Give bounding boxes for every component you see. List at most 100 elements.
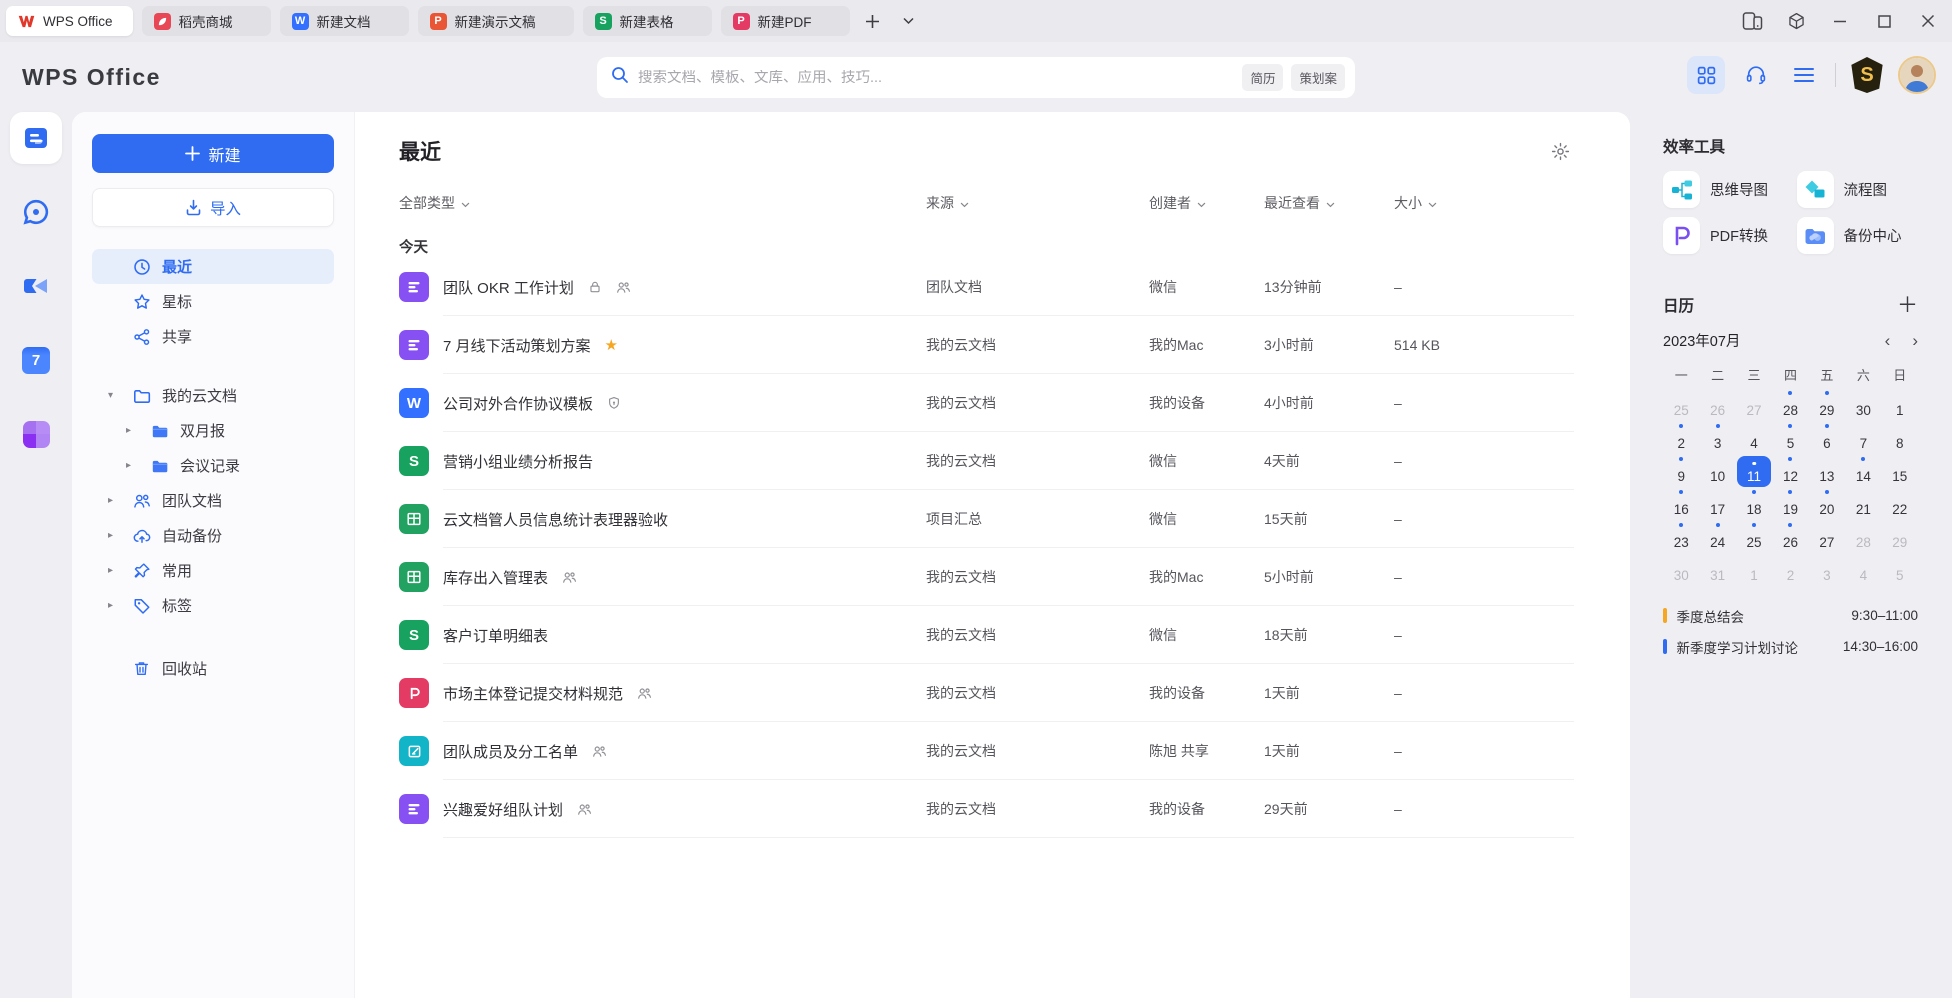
sidebar-tree-item[interactable]: ▸常用	[92, 553, 334, 588]
sidebar-item-trash[interactable]: 回收站	[92, 651, 334, 686]
calendar-day[interactable]: 22	[1882, 487, 1918, 520]
calendar-day[interactable]: 25	[1663, 388, 1699, 421]
maximize-button[interactable]	[1866, 6, 1902, 36]
window-tab-sheet[interactable]: S新建表格	[583, 6, 712, 36]
filter-0[interactable]: 全部类型	[399, 193, 926, 213]
calendar-day[interactable]: 20	[1809, 487, 1845, 520]
sidebar-tree-item[interactable]: ▸自动备份	[92, 518, 334, 553]
user-avatar[interactable]	[1898, 56, 1936, 94]
calendar-day[interactable]: 30	[1845, 388, 1881, 421]
calendar-prev-button[interactable]: ‹	[1885, 332, 1891, 349]
filter-3[interactable]: 最近查看	[1264, 193, 1394, 213]
calendar-day[interactable]: 27	[1736, 388, 1772, 421]
svip-badge[interactable]: S	[1850, 57, 1884, 93]
tool-mindmap[interactable]: 思维导图	[1663, 171, 1785, 208]
calendar-day[interactable]: 2	[1663, 421, 1699, 454]
rail-item-apps[interactable]	[10, 408, 62, 460]
calendar-day-selected[interactable]: 11	[1736, 454, 1772, 487]
file-row[interactable]: 市场主体登记提交材料规范我的云文档我的设备1天前–	[399, 664, 1574, 722]
calendar-day[interactable]: 4	[1736, 421, 1772, 454]
new-document-button[interactable]: 新建	[92, 134, 334, 173]
search-tag-resume[interactable]: 简历	[1242, 64, 1283, 91]
sidebar-tree-item[interactable]: ▸标签	[92, 588, 334, 623]
calendar-day[interactable]: 7	[1845, 421, 1881, 454]
calendar-day[interactable]: 13	[1809, 454, 1845, 487]
calendar-day[interactable]: 23	[1663, 520, 1699, 553]
file-row[interactable]: 团队成员及分工名单我的云文档陈旭 共享1天前–	[399, 722, 1574, 780]
calendar-event[interactable]: 新季度学习计划讨论14:30–16:00	[1663, 631, 1918, 662]
calendar-day[interactable]: 25	[1736, 520, 1772, 553]
file-row[interactable]: S营销小组业绩分析报告我的云文档微信4天前–	[399, 432, 1574, 490]
window-tab-writer[interactable]: W新建文档	[280, 6, 409, 36]
sidebar-tree-item[interactable]: ▸会议记录	[92, 448, 334, 483]
calendar-day[interactable]: 18	[1736, 487, 1772, 520]
rail-item-calendar[interactable]: 7	[10, 334, 62, 386]
file-row[interactable]: 云文档管人员信息统计表理器验收项目汇总微信15天前–	[399, 490, 1574, 548]
tool-flowchart[interactable]: 流程图	[1797, 171, 1919, 208]
new-tab-button[interactable]	[860, 8, 886, 34]
support-headset-button[interactable]	[1739, 56, 1773, 94]
calendar-day[interactable]: 10	[1699, 454, 1735, 487]
calendar-day[interactable]: 5	[1882, 553, 1918, 586]
mobile-link-button[interactable]	[1734, 6, 1770, 36]
calendar-day[interactable]: 27	[1809, 520, 1845, 553]
tool-backup[interactable]: 备份中心	[1797, 217, 1919, 254]
calendar-day[interactable]: 9	[1663, 454, 1699, 487]
calendar-day[interactable]: 14	[1845, 454, 1881, 487]
filter-4[interactable]: 大小	[1394, 193, 1574, 213]
calendar-event[interactable]: 季度总结会9:30–11:00	[1663, 600, 1918, 631]
calendar-day[interactable]: 19	[1772, 487, 1808, 520]
file-row[interactable]: 库存出入管理表我的云文档我的Mac5小时前–	[399, 548, 1574, 606]
calendar-day[interactable]: 5	[1772, 421, 1808, 454]
file-row[interactable]: 团队 OKR 工作计划团队文档微信13分钟前–	[399, 258, 1574, 316]
window-tab-wps[interactable]: WPS Office	[6, 6, 133, 36]
sidebar-item-clock[interactable]: 最近	[92, 249, 334, 284]
window-tab-pdf[interactable]: P新建PDF	[721, 6, 850, 36]
calendar-day[interactable]: 28	[1845, 520, 1881, 553]
calendar-day[interactable]: 24	[1699, 520, 1735, 553]
list-settings-gear[interactable]	[1546, 137, 1574, 165]
calendar-next-button[interactable]: ›	[1912, 332, 1918, 349]
calendar-day[interactable]: 8	[1882, 421, 1918, 454]
add-event-button[interactable]: ＋	[1897, 295, 1918, 316]
search-bar[interactable]: 简历 策划案	[597, 57, 1355, 98]
chevron-right-icon[interactable]: ▸	[108, 495, 132, 506]
rail-item-meeting[interactable]	[10, 260, 62, 312]
sidebar-tree-item[interactable]: ▸团队文档	[92, 483, 334, 518]
calendar-day[interactable]: 29	[1882, 520, 1918, 553]
chevron-right-icon[interactable]: ▸	[108, 530, 132, 541]
file-row[interactable]: W公司对外合作协议模板我的云文档我的设备4小时前–	[399, 374, 1574, 432]
window-tab-docer[interactable]: 稻壳商城	[142, 6, 271, 36]
calendar-day[interactable]: 26	[1699, 388, 1735, 421]
calendar-day[interactable]: 29	[1809, 388, 1845, 421]
window-tab-ppt[interactable]: P新建演示文稿	[418, 6, 574, 36]
file-row[interactable]: S客户订单明细表我的云文档微信18天前–	[399, 606, 1574, 664]
search-input[interactable]	[638, 70, 1234, 86]
calendar-day[interactable]: 4	[1845, 553, 1881, 586]
calendar-day[interactable]: 30	[1663, 553, 1699, 586]
chevron-right-icon[interactable]: ▸	[108, 565, 132, 576]
calendar-day[interactable]: 26	[1772, 520, 1808, 553]
close-button[interactable]	[1910, 6, 1946, 36]
sidebar-item-star[interactable]: 星标	[92, 284, 334, 319]
sidebar-item-share[interactable]: 共享	[92, 319, 334, 354]
calendar-day[interactable]: 1	[1882, 388, 1918, 421]
calendar-day[interactable]: 6	[1809, 421, 1845, 454]
sidebar-tree-item[interactable]: ▸双月报	[92, 413, 334, 448]
chevron-right-icon[interactable]: ▸	[108, 600, 132, 611]
tab-list-dropdown[interactable]	[896, 8, 922, 34]
tool-pdf-convert[interactable]: PDF转换	[1663, 217, 1785, 254]
calendar-day[interactable]: 21	[1845, 487, 1881, 520]
sidebar-tree-item[interactable]: ▾我的云文档	[92, 378, 334, 413]
chevron-right-icon[interactable]: ▸	[126, 460, 150, 471]
minimize-button[interactable]	[1822, 6, 1858, 36]
rail-item-documents[interactable]	[10, 112, 62, 164]
calendar-day[interactable]: 17	[1699, 487, 1735, 520]
calendar-day[interactable]: 12	[1772, 454, 1808, 487]
rail-item-chat[interactable]	[10, 186, 62, 238]
main-menu-button[interactable]	[1787, 56, 1821, 94]
calendar-day[interactable]: 2	[1772, 553, 1808, 586]
chevron-down-icon[interactable]: ▾	[108, 390, 132, 401]
calendar-day[interactable]: 1	[1736, 553, 1772, 586]
calendar-day[interactable]: 28	[1772, 388, 1808, 421]
